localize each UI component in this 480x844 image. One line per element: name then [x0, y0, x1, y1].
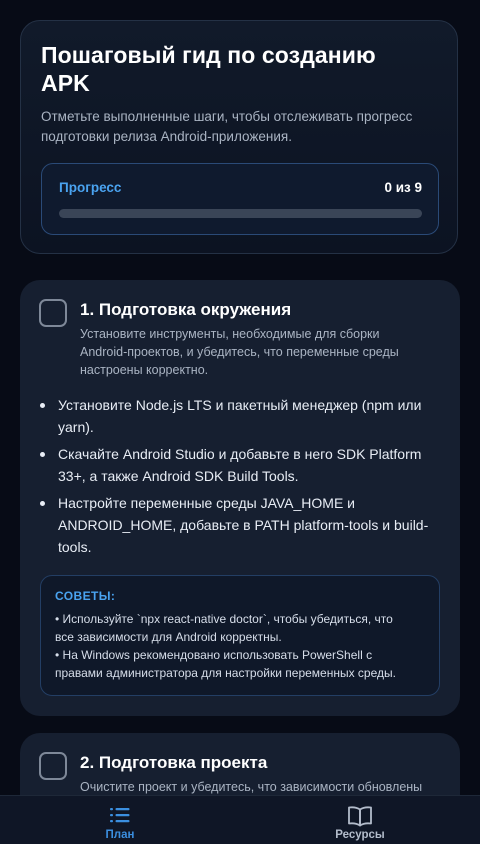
nav-tab-plan[interactable]: План: [0, 796, 240, 844]
list-icon: [109, 805, 131, 830]
tips-line: • Используйте `npx react-native doctor`,…: [55, 612, 393, 626]
tips-line: • На Windows рекомендовано использовать …: [55, 648, 373, 662]
tips-panel: СОВЕТЫ: • Используйте `npx react-native …: [40, 575, 440, 696]
page-title: Пошаговый гид по созданию APK: [41, 41, 437, 97]
task-item-line: Скачайте Android Studio и добавьте в нег…: [58, 446, 422, 462]
page-title-line1: Пошаговый гид по созданию: [41, 42, 376, 68]
tips-line: правами администратора для настройки пер…: [55, 666, 396, 680]
bottom-nav: План Ресурсы: [0, 795, 480, 844]
tips-title: СОВЕТЫ:: [55, 589, 116, 603]
page-title-line2: APK: [41, 70, 90, 96]
nav-tab-resources-label: Ресурсы: [335, 829, 385, 841]
book-icon: [347, 805, 373, 832]
tips-line: все зависимости для Android корректны.: [55, 630, 282, 644]
page-subtitle-line1: Отметьте выполненные шаги, чтобы отслежи…: [41, 109, 413, 124]
step-title: 2. Подготовка проекта: [80, 753, 268, 772]
step-checkbox[interactable]: [39, 299, 67, 327]
app-viewport: Пошаговый гид по созданию APK Отметьте в…: [0, 0, 480, 844]
step-description-line: Очистите проект и убедитесь, что зависим…: [80, 780, 423, 794]
tips-text: • Используйте `npx react-native doctor`,…: [55, 610, 425, 682]
step-description-line: настроены корректно.: [80, 363, 209, 377]
step-description-line: Android-проектов, и убедитесь, что перем…: [80, 345, 399, 359]
step-description: Очистите проект и убедитесь, что зависим…: [80, 778, 440, 796]
task-item-line: ANDROID_HOME, добавьте в PATH platform-t…: [58, 517, 429, 533]
progress-bar: [59, 209, 422, 218]
step-task-list: Установите Node.js LTS и пакетный менедж…: [40, 394, 440, 561]
task-item: Установите Node.js LTS и пакетный менедж…: [40, 394, 440, 438]
progress-panel: Прогресс 0 из 9: [41, 163, 439, 235]
nav-tab-resources[interactable]: Ресурсы: [240, 796, 480, 844]
bullet-icon: [40, 452, 45, 457]
bullet-icon: [40, 403, 45, 408]
guide-header-card: Пошаговый гид по созданию APK Отметьте в…: [20, 20, 458, 254]
task-item: Настройте переменные среды JAVA_HOME и A…: [40, 492, 440, 558]
progress-label: Прогресс: [59, 180, 122, 195]
step-description-line: Установите инструменты, необходимые для …: [80, 327, 380, 341]
task-item-line: Установите Node.js LTS и пакетный менедж…: [58, 397, 422, 413]
progress-count: 0 из 9: [384, 180, 422, 195]
step-title: 1. Подготовка окружения: [80, 300, 292, 319]
step-checkbox[interactable]: [39, 752, 67, 780]
task-item-line: tools.: [58, 539, 92, 555]
task-item: Скачайте Android Studio и добавьте в нег…: [40, 443, 440, 487]
nav-tab-plan-label: План: [105, 829, 135, 841]
task-item-line: yarn).: [58, 419, 94, 435]
page-subtitle-line2: подготовки релиза Android-приложения.: [41, 129, 292, 144]
task-item-line: Настройте переменные среды JAVA_HOME и: [58, 495, 356, 511]
bullet-icon: [40, 501, 45, 506]
step-card-environment: 1. Подготовка окружения Установите инстр…: [20, 280, 460, 716]
page-subtitle: Отметьте выполненные шаги, чтобы отслежи…: [41, 107, 437, 147]
task-item-line: 33+, а также Android SDK Build Tools.: [58, 468, 299, 484]
step-description: Установите инструменты, необходимые для …: [80, 325, 440, 379]
